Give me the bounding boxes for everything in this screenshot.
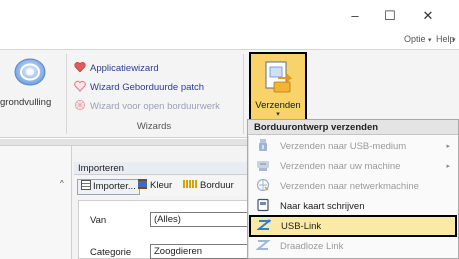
applicatiewizard-label: Applicatiewizard xyxy=(90,63,159,74)
menu-item-kaart-schrijven[interactable]: Naar kaart schrijven xyxy=(256,197,456,217)
lace-icon xyxy=(74,99,86,111)
chevron-down-icon: ▾ xyxy=(276,111,280,118)
fill-pattern-icon[interactable] xyxy=(6,56,46,92)
thread-spool-icon xyxy=(138,179,147,189)
applicatiewizard-button[interactable]: Applicatiewizard xyxy=(74,60,159,77)
menu-item-label: Naar kaart schrijven xyxy=(280,201,365,212)
card-icon xyxy=(256,198,270,212)
minimize-button[interactable]: – xyxy=(341,8,369,24)
importer-label: Importer... xyxy=(93,181,136,192)
left-panel xyxy=(0,146,72,259)
importeren-panel-title: Importeren xyxy=(74,162,264,175)
menu-item-label: Verzenden naar USB-medium xyxy=(280,141,407,152)
wizard-geborduurde-patch-label: Wizard Geborduurde patch xyxy=(90,82,205,93)
optie-caret-icon: ▾ xyxy=(428,37,432,44)
maximize-button[interactable]: ☐ xyxy=(376,8,404,24)
categorie-select[interactable]: Zoogdieren xyxy=(150,244,248,259)
wizards-group-label: Wizards xyxy=(136,121,172,132)
menu-item-label: USB-Link xyxy=(281,221,322,232)
wizard-open-borduurwerk-button[interactable]: Wizard voor open borduurwerk xyxy=(74,98,220,115)
submenu-arrow-icon: ▸ xyxy=(446,143,450,150)
help-caret-icon: ▾ xyxy=(452,37,456,44)
machine-icon xyxy=(256,158,270,172)
verzenden-button[interactable]: Verzenden ▾ xyxy=(249,52,307,122)
categorie-label: Categorie xyxy=(90,247,132,258)
menu-title: Borduurontwerp verzenden xyxy=(248,120,458,135)
wireless-link-icon xyxy=(255,238,271,252)
ribbon-divider xyxy=(243,54,244,134)
send-design-icon xyxy=(264,60,294,99)
menu-item-draadloze-link[interactable]: Draadloze Link xyxy=(255,237,456,257)
menu-item-usb-link[interactable]: USB-Link xyxy=(249,215,457,237)
list-icon xyxy=(81,180,91,190)
van-select[interactable]: (Alles) xyxy=(150,212,248,227)
group-partial-label[interactable]: grondvulling xyxy=(0,97,51,108)
close-button[interactable]: ✕ xyxy=(414,8,442,24)
menu-item-label: Verzenden naar netwerkmachine xyxy=(280,181,419,192)
network-icon xyxy=(256,178,270,192)
van-label: Van xyxy=(90,215,107,226)
menu-gutter xyxy=(248,136,249,258)
menu-item-uw-machine[interactable]: Verzenden naar uw machine ▸ xyxy=(256,157,456,177)
submenu-arrow-icon: ▸ xyxy=(446,163,450,170)
kleur-label: Kleur xyxy=(150,180,173,191)
heart-outline-icon xyxy=(74,80,86,92)
wizard-open-borduurwerk-label: Wizard voor open borduurwerk xyxy=(90,101,220,112)
wizard-geborduurde-patch-button[interactable]: Wizard Geborduurde patch xyxy=(74,79,204,96)
ribbon-tab-row xyxy=(0,30,459,50)
menu-item-label: Draadloze Link xyxy=(280,241,344,252)
tab-optie[interactable]: Optie xyxy=(404,34,426,44)
kleur-button[interactable]: Kleur xyxy=(138,179,172,193)
usb-link-icon xyxy=(256,218,272,232)
usb-drive-icon xyxy=(256,138,270,152)
menu-item-netwerkmachine[interactable]: Verzenden naar netwerkmachine xyxy=(256,177,456,197)
menu-item-usb-medium[interactable]: Verzenden naar USB-medium ▸ xyxy=(256,137,456,157)
heart-icon xyxy=(74,61,86,73)
importer-button[interactable]: Importer... xyxy=(77,179,140,195)
stitch-icon xyxy=(183,180,197,188)
ribbon-divider xyxy=(66,54,67,134)
menu-item-label: Verzenden naar uw machine xyxy=(280,161,401,172)
borduur-label: Borduur xyxy=(200,180,234,191)
scroll-up-icon[interactable]: ^ xyxy=(60,179,64,188)
